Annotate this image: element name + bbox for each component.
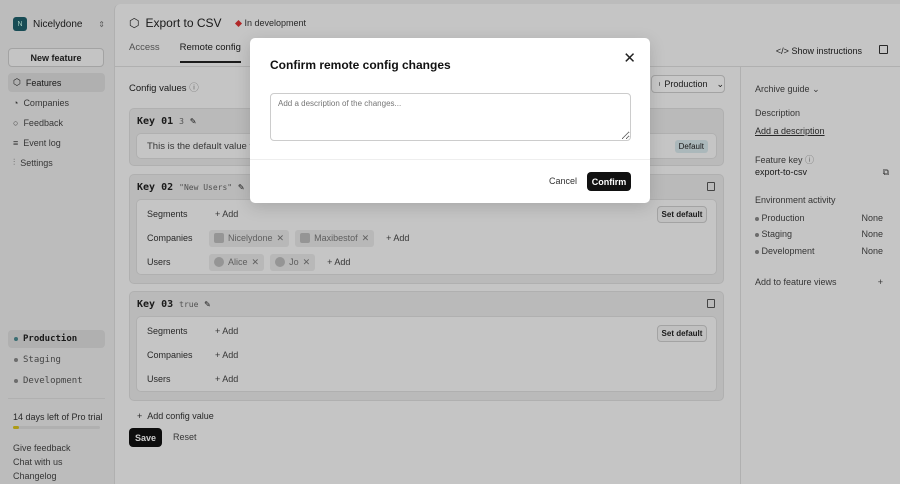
- close-icon[interactable]: ✕: [623, 51, 636, 66]
- cancel-button[interactable]: Cancel: [549, 176, 577, 186]
- confirm-button[interactable]: Confirm: [587, 172, 631, 191]
- divider: [250, 159, 650, 160]
- description-input[interactable]: [270, 93, 631, 141]
- dialog-title: Confirm remote config changes: [270, 58, 451, 72]
- confirm-dialog: Confirm remote config changes ✕ Cancel C…: [250, 38, 650, 203]
